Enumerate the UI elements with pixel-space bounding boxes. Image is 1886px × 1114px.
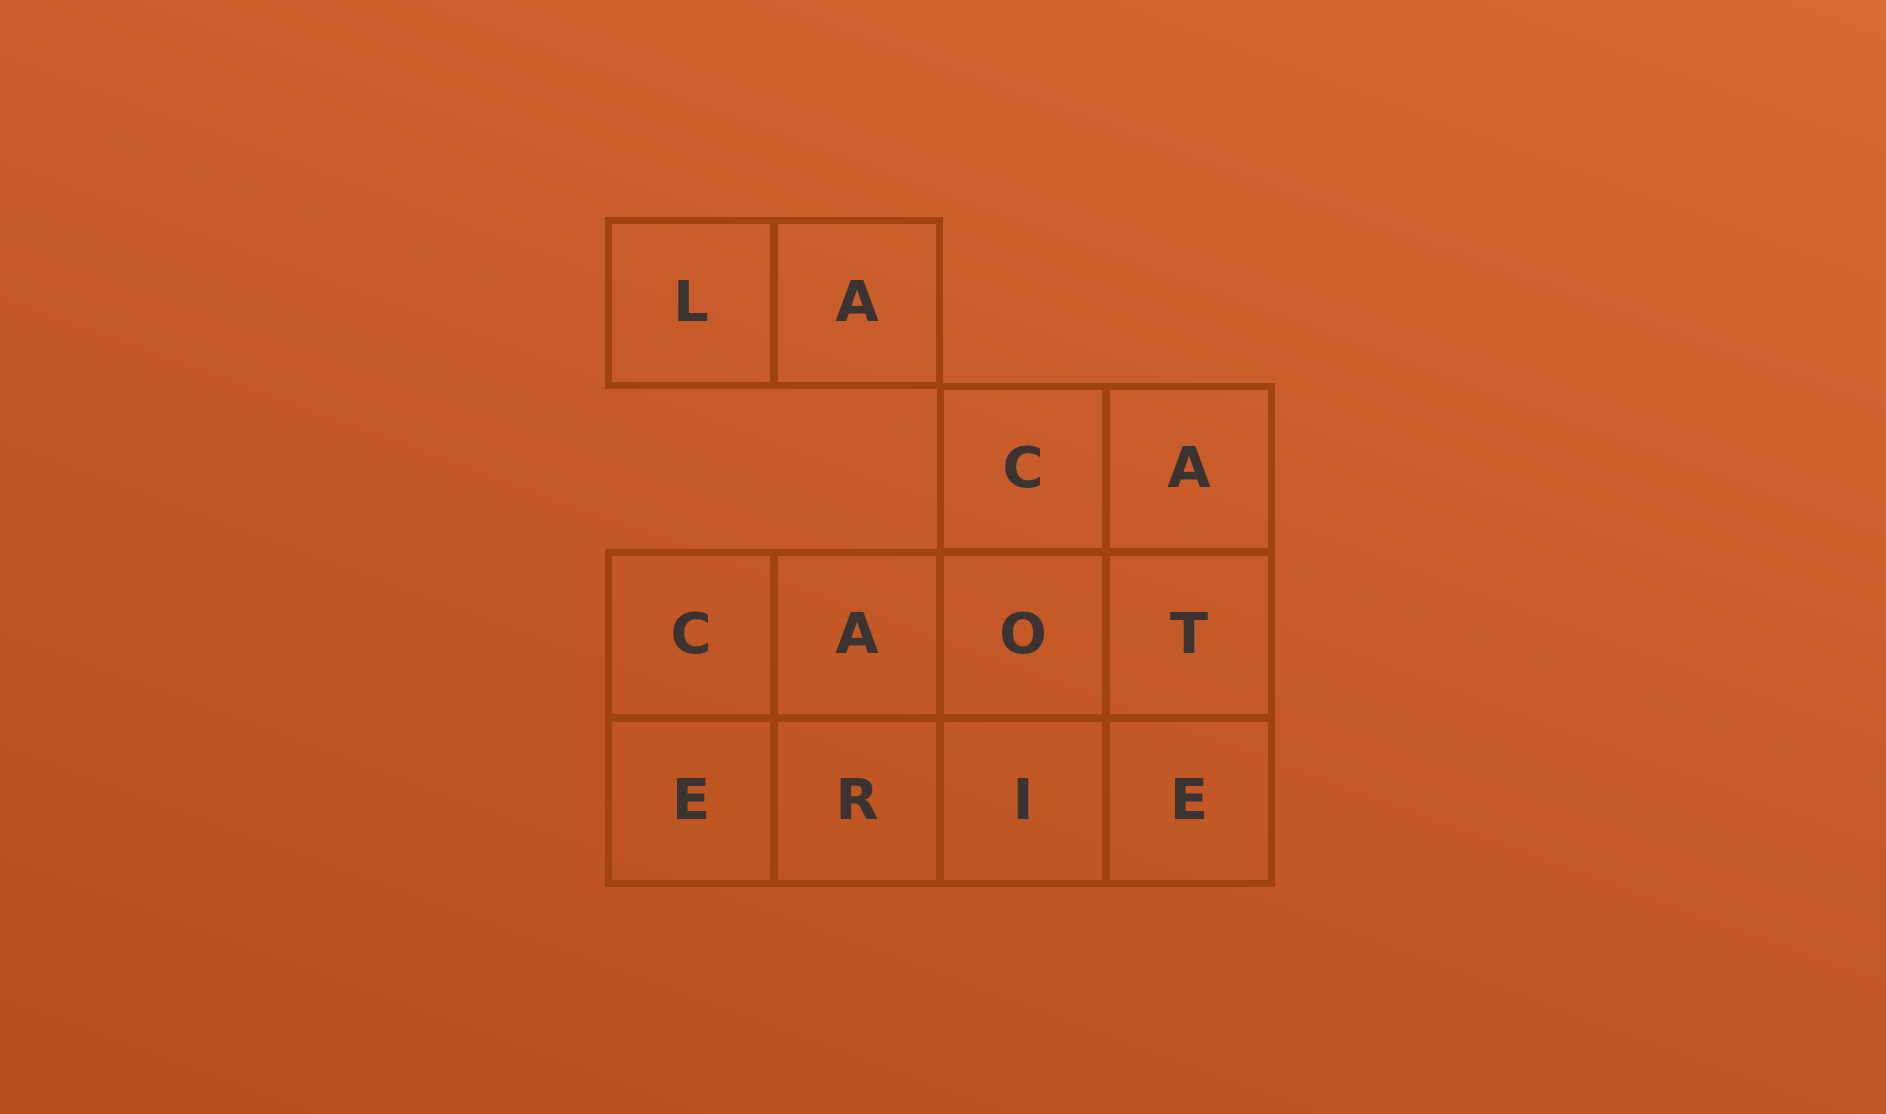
logo-tile-letter: R [771,715,943,887]
logo-tile-letter: T [1103,549,1275,721]
logo-letter: A [835,602,879,667]
logo-tile-letter: A [1103,383,1275,555]
logo-letter: E [1169,768,1209,833]
logo-letter: A [1167,436,1211,501]
logo-letter: E [671,768,711,833]
logo-tile-letter: C [605,549,777,721]
logo-letter: I [1012,768,1034,833]
logo-letter: A [835,270,879,335]
logo-letter: O [999,602,1047,667]
logo-tile-letter: O [937,549,1109,721]
logo-letter: T [1169,602,1209,667]
logo-tile-letter: I [937,715,1109,887]
logo-letter: R [835,768,879,833]
logo-letter: C [670,602,712,667]
logo-letter: C [1002,436,1044,501]
logo-la-cacaoterie: L A C A C A O T E R I E [0,0,1886,1114]
logo-tile-letter: E [1103,715,1275,887]
logo-tile-letter: A [771,549,943,721]
logo-tile-letter: C [937,383,1109,555]
logo-letter: L [673,270,709,335]
logo-tile-letter: A [771,217,943,389]
logo-tile-letter: E [605,715,777,887]
logo-tile-letter: L [605,217,777,389]
